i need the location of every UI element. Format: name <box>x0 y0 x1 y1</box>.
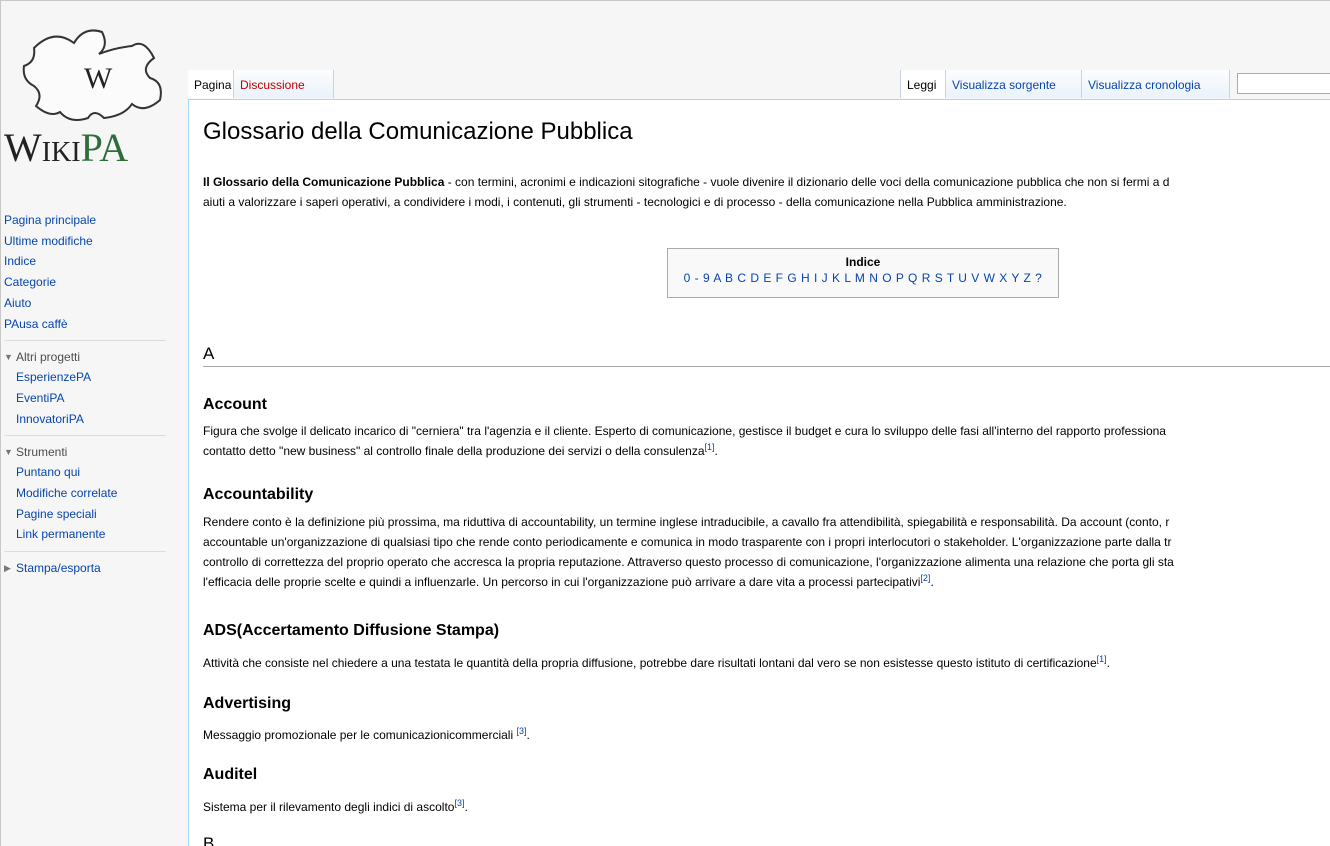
sidebar: Pagina principale Ultime modifiche Indic… <box>4 210 174 578</box>
window-top-border <box>0 0 1330 1</box>
triangle-down-icon: ▼ <box>4 352 13 363</box>
term-definition: Rendere conto è la definizione più pross… <box>203 512 1174 592</box>
term-heading: Advertising <box>203 695 292 712</box>
logo-wordmark: WikiPA <box>4 124 174 171</box>
term-heading: ADS(Accertamento Diffusione Stampa) <box>203 622 500 639</box>
tab-bar: Pagina Discussione Leggi Visualizza sorg… <box>188 70 1330 99</box>
sidebar-section-toggle[interactable]: ▼ Strumenti <box>4 442 166 462</box>
term-definition: Sistema per il rilevamento degli indici … <box>203 798 468 815</box>
search-input[interactable] <box>1237 73 1330 94</box>
window-left-border <box>0 0 1 846</box>
section-heading-a: A <box>203 344 1330 367</box>
term-definition: Attività che consiste nel chiedere a una… <box>203 654 1111 671</box>
term-definition: Figura che svolge il delicato incarico d… <box>203 421 1166 461</box>
reference-link[interactable]: [3] <box>454 798 464 808</box>
sidebar-section-tools: ▼ Strumenti Puntano qui Modifiche correla… <box>4 435 166 545</box>
logo-wordmark-main: Wiki <box>4 125 81 170</box>
sidebar-section-items: EsperienzePA EventiPA InnovatoriPA <box>4 367 166 429</box>
sidebar-item-coffee-break[interactable]: PAusa caffè <box>4 314 174 335</box>
tab-view-history[interactable]: Visualizza cronologia <box>1082 70 1230 98</box>
sidebar-item-related-changes[interactable]: Modifiche correlate <box>4 483 166 504</box>
definition-line: Sistema per il rilevamento degli indici … <box>203 800 455 814</box>
sidebar-item-categories[interactable]: Categorie <box>4 272 174 293</box>
definition-line: Figura che svolge il delicato incarico d… <box>203 424 1166 438</box>
sidebar-item-what-links-here[interactable]: Puntano qui <box>4 462 166 483</box>
tab-discussion[interactable]: Discussione <box>234 70 334 98</box>
logo-wordmark-accent: PA <box>80 125 129 170</box>
sidebar-section-title: Altri progetti <box>16 350 81 365</box>
sidebar-item-main-page[interactable]: Pagina principale <box>4 210 174 231</box>
intro-text: - con termini, acronimi e indicazioni si… <box>444 175 1170 189</box>
term-definition: Messaggio promozionale per le comunicazi… <box>203 726 530 743</box>
definition-line: contatto detto "new business" al control… <box>203 444 705 458</box>
sidebar-section-other-projects: ▼ Altri progetti EsperienzePA EventiPA In… <box>4 340 166 429</box>
sidebar-item-esperienzepa[interactable]: EsperienzePA <box>4 367 166 388</box>
toc-letter-links[interactable]: 0 - 9 A B C D E F G H I J K L M N O P Q … <box>668 269 1058 287</box>
term-heading: Auditel <box>203 766 258 783</box>
sidebar-nav: Pagina principale Ultime modifiche Indic… <box>4 210 174 334</box>
definition-line: controllo di correttezza del proprio ope… <box>203 555 1174 569</box>
intro-text-line2: aiuti a valorizzare i saperi operativi, … <box>203 195 1067 209</box>
definition-line: l'efficacia delle proprie scelte e quind… <box>203 575 921 589</box>
sidebar-section-title: Stampa/esporta <box>16 561 101 576</box>
sidebar-item-eventipa[interactable]: EventiPA <box>4 388 166 409</box>
intro-bold: Il Glossario della Comunicazione Pubblic… <box>203 175 445 189</box>
page-title: Glossario della Comunicazione Pubblica <box>203 118 633 145</box>
reference-link[interactable]: [3] <box>516 726 526 736</box>
tab-page[interactable]: Pagina <box>188 70 234 98</box>
puzzle-globe-icon: W <box>22 29 162 121</box>
sidebar-item-index[interactable]: Indice <box>4 251 174 272</box>
reference-link[interactable]: [1] <box>1097 654 1107 664</box>
table-of-contents: Indice 0 - 9 A B C D E F G H I J K L M N… <box>667 248 1059 298</box>
sidebar-section-items: Puntano qui Modifiche correlate Pagine s… <box>4 462 166 545</box>
content-area: Glossario della Comunicazione Pubblica I… <box>188 99 1330 846</box>
reference-link[interactable]: [2] <box>920 573 930 583</box>
sidebar-section-toggle[interactable]: ▼ Altri progetti <box>4 347 166 367</box>
puzzle-letter: W <box>84 62 113 95</box>
triangle-right-icon: ▶ <box>4 563 11 574</box>
term-heading: Accountability <box>203 486 314 503</box>
definition-line: Rendere conto è la definizione più pross… <box>203 515 1170 529</box>
term-heading: Account <box>203 396 267 413</box>
sidebar-item-innovatoripa[interactable]: InnovatoriPA <box>4 409 166 430</box>
toc-title: Indice <box>845 255 881 269</box>
tab-read[interactable]: Leggi <box>900 70 946 98</box>
triangle-down-icon: ▼ <box>4 447 13 458</box>
section-heading-b: B <box>203 834 215 846</box>
sidebar-section-title: Strumenti <box>16 445 68 460</box>
sidebar-section-print-export: ▶ Stampa/esporta <box>4 551 166 578</box>
sidebar-item-help[interactable]: Aiuto <box>4 293 174 314</box>
sidebar-item-permanent-link[interactable]: Link permanente <box>4 524 166 545</box>
definition-line: Attività che consiste nel chiedere a una… <box>203 656 1097 670</box>
intro-paragraph: Il Glossario della Comunicazione Pubblic… <box>203 172 1169 212</box>
tab-view-source[interactable]: Visualizza sorgente <box>946 70 1082 98</box>
definition-line: accountable un'organizzazione di qualsia… <box>203 535 1172 549</box>
definition-line: Messaggio promozionale per le comunicazi… <box>203 728 517 742</box>
sidebar-item-recent-changes[interactable]: Ultime modifiche <box>4 231 174 252</box>
reference-link[interactable]: [1] <box>705 442 715 452</box>
sidebar-item-special-pages[interactable]: Pagine speciali <box>4 504 166 525</box>
sidebar-section-toggle[interactable]: ▶ Stampa/esporta <box>4 558 166 578</box>
